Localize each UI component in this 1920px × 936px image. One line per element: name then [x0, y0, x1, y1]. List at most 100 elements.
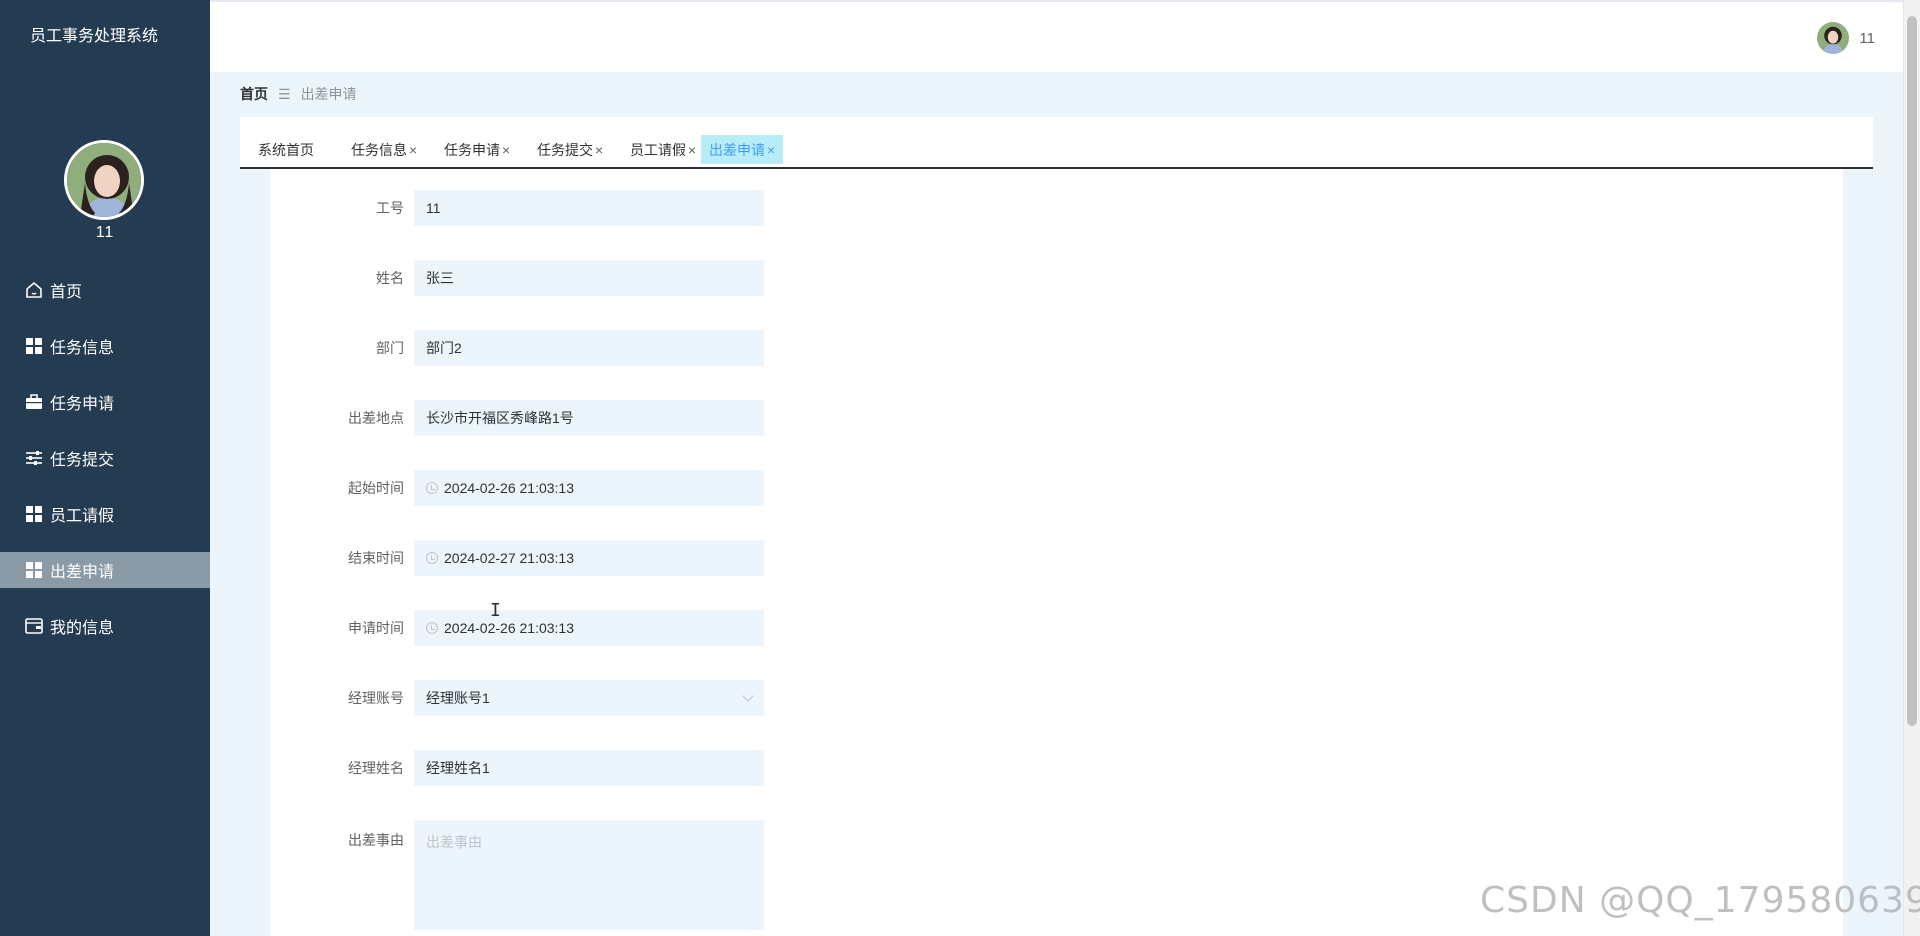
name-field[interactable]: 张三 [414, 260, 764, 296]
app-title: 员工事务处理系统 [29, 28, 158, 45]
clock-icon [426, 552, 438, 564]
sidebar-item-task-info[interactable]: 任务信息 [0, 328, 210, 364]
close-icon[interactable]: × [688, 142, 696, 158]
form-row-end-time: 结束时间 2024-02-27 21:03:13 [270, 540, 764, 576]
breadcrumb-separator: ☰ [278, 85, 291, 102]
watermark: CSDN @QQ_1795806396 [1480, 880, 1920, 921]
sidebar-item-task-apply[interactable]: 任务申请 [0, 384, 210, 420]
sidebar-item-business-trip[interactable]: 出差申请 [0, 552, 210, 588]
field-label: 经理姓名 [348, 760, 404, 776]
chevron-down-icon [742, 690, 754, 702]
scrollbar-thumb[interactable] [1907, 16, 1917, 726]
close-icon[interactable]: × [502, 142, 510, 158]
text-cursor-icon: I [490, 600, 501, 621]
tab-label: 员工请假 [630, 141, 686, 158]
sidebar-item-home[interactable]: 首页 [0, 272, 210, 308]
grid-icon [24, 560, 44, 580]
main-content: 首页 ☰ 出差申请 系统首页 任务信息 × 任务申请 × 任务提交 × 员工请假… [210, 72, 1903, 936]
tabs-bar: 系统首页 任务信息 × 任务申请 × 任务提交 × 员工请假 × 出差申请 × [240, 117, 1873, 169]
tab-business-trip[interactable]: 出差申请 × [701, 135, 784, 164]
department-field[interactable]: 部门2 [414, 330, 764, 366]
close-icon[interactable]: × [595, 142, 603, 158]
manager-name-field[interactable]: 经理姓名1 [414, 750, 764, 786]
clock-icon [426, 482, 438, 494]
form-row-employee-id: 工号 11 [270, 190, 764, 226]
avatar [1817, 22, 1850, 54]
field-value: 2024-02-26 21:03:13 [444, 480, 574, 496]
form-row-department: 部门 部门2 [270, 330, 764, 366]
breadcrumb-home[interactable]: 首页 [240, 84, 268, 104]
tab-label: 出差申请 [709, 141, 765, 158]
field-value: 2024-02-26 21:03:13 [444, 620, 574, 636]
form-row-manager-name: 经理姓名 经理姓名1 [270, 750, 764, 786]
sidebar-item-label: 我的信息 [50, 620, 115, 637]
sidebar-item-label: 任务申请 [50, 396, 115, 413]
sidebar-item-task-submit[interactable]: 任务提交 [0, 440, 210, 476]
home-icon [24, 280, 44, 300]
form-row-reason: 出差事由 出差事由 [270, 820, 764, 930]
field-label: 出差地点 [348, 410, 404, 426]
tab-leave[interactable]: 员工请假 × [622, 135, 704, 164]
close-icon[interactable]: × [409, 142, 417, 158]
field-label: 申请时间 [348, 620, 404, 636]
header-user-name: 11 [1859, 29, 1875, 47]
sidebar-item-label: 出差申请 [50, 564, 115, 581]
form-row-manager-account: 经理账号 经理账号1 [270, 680, 764, 716]
avatar [64, 140, 144, 220]
form-row-destination: 出差地点 长沙市开福区秀峰路1号 [270, 400, 764, 436]
field-label: 经理账号 [348, 690, 404, 706]
field-label: 起始时间 [348, 480, 404, 496]
sidebar-item-label: 首页 [50, 284, 83, 301]
tab-task-info[interactable]: 任务信息 × [343, 135, 425, 164]
field-value: 张三 [426, 270, 454, 286]
tab-task-apply[interactable]: 任务申请 × [436, 135, 518, 164]
page-scrollbar[interactable] [1903, 0, 1920, 936]
sidebar-item-my-info[interactable]: 我的信息 [0, 608, 210, 644]
field-label: 结束时间 [348, 550, 404, 566]
wallet-icon [24, 616, 44, 636]
tab-label: 系统首页 [258, 141, 314, 158]
field-label: 部门 [376, 340, 404, 356]
form-row-start-time: 起始时间 2024-02-26 21:03:13 [270, 470, 764, 506]
field-value: 长沙市开福区秀峰路1号 [426, 410, 574, 426]
manager-account-select[interactable]: 经理账号1 [414, 680, 764, 716]
field-value: 经理姓名1 [426, 760, 490, 776]
start-time-picker[interactable]: 2024-02-26 21:03:13 [414, 470, 764, 506]
sidebar-menu: 首页 任务信息 任务申请 任务提交 员工请假 出差申请 我的信息 [0, 272, 210, 664]
field-value: 经理账号1 [426, 690, 490, 706]
form-row-apply-time: 申请时间 2024-02-26 21:03:13 [270, 610, 764, 646]
form-row-name: 姓名 张三 [270, 260, 764, 296]
field-value: 部门2 [426, 340, 462, 356]
tab-label: 任务提交 [537, 141, 593, 158]
sliders-icon [24, 448, 44, 468]
end-time-picker[interactable]: 2024-02-27 21:03:13 [414, 540, 764, 576]
tab-label: 任务申请 [444, 141, 500, 158]
sidebar-item-label: 任务提交 [50, 452, 115, 469]
sidebar-item-label: 员工请假 [50, 508, 115, 525]
close-icon[interactable]: × [767, 142, 775, 158]
reason-textarea[interactable]: 出差事由 [414, 820, 764, 930]
employee-id-field[interactable]: 11 [414, 190, 764, 226]
field-value: 11 [426, 200, 441, 216]
tab-task-submit[interactable]: 任务提交 × [529, 135, 611, 164]
tab-label: 任务信息 [351, 141, 407, 158]
textarea-placeholder: 出差事由 [426, 834, 482, 850]
field-label: 姓名 [376, 270, 404, 286]
sidebar-item-leave[interactable]: 员工请假 [0, 496, 210, 532]
grid-icon [24, 504, 44, 524]
field-value: 2024-02-27 21:03:13 [444, 550, 574, 566]
breadcrumb: 首页 ☰ 出差申请 [240, 84, 357, 104]
sidebar-item-label: 任务信息 [50, 340, 115, 357]
destination-field[interactable]: 长沙市开福区秀峰路1号 [414, 400, 764, 436]
top-header: 11 [210, 0, 1903, 72]
user-menu[interactable]: 11 [1817, 22, 1875, 54]
breadcrumb-current: 出差申请 [300, 86, 357, 102]
sidebar: 员工事务处理系统 11 首页 任务信息 任务申请 任务提交 员工请假 出差申请 … [0, 0, 210, 936]
briefcase-icon [24, 392, 44, 412]
field-label: 工号 [376, 200, 404, 216]
apply-time-picker[interactable]: 2024-02-26 21:03:13 [414, 610, 764, 646]
grid-icon [24, 336, 44, 356]
sidebar-user-name: 11 [95, 224, 115, 241]
tab-home[interactable]: 系统首页 [250, 135, 322, 164]
clock-icon [426, 622, 438, 634]
